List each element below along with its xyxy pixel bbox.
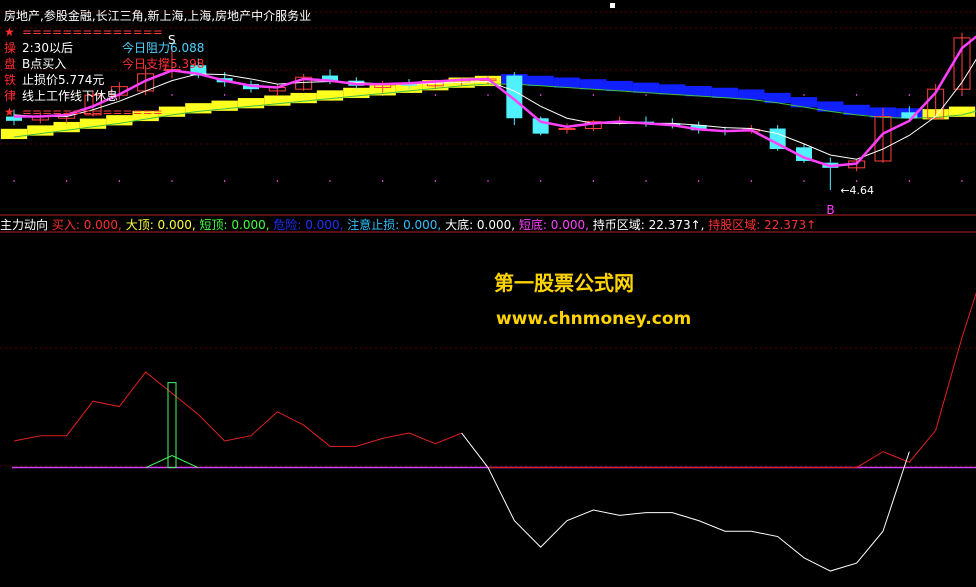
low-price-label: ←4.64	[840, 184, 874, 197]
sector-title: 房地产,参股金融,长江三角,新上海,上海,房地产中介服务业	[4, 9, 312, 23]
indicator-value: 注意止损: 0.000,	[343, 218, 442, 232]
signal-dot	[329, 180, 331, 182]
signal-dot	[750, 180, 752, 182]
legend-row: 操 2:30以后	[4, 41, 73, 55]
indicator-red-line	[856, 292, 976, 468]
legend-tag: 铁	[4, 73, 17, 87]
stock-chart-screen: S B ←4.64 房地产,参股金融,长江三角,新上海,上海,房地产中介服务业 ★ =…	[0, 0, 976, 587]
signal-dot	[276, 180, 278, 182]
signal-dot	[698, 180, 700, 182]
indicator-value: 持股区域: 22.373↑	[704, 218, 817, 232]
signal-dot	[856, 180, 858, 182]
legend-value: ==============	[22, 25, 163, 39]
signal-dot	[13, 180, 15, 182]
legend-row: 律线上工作线下休息	[4, 89, 118, 103]
indicator-value: 短顶: 0.000,	[195, 218, 270, 232]
signal-dot	[224, 180, 226, 182]
legend-row: 盘 B点买入	[4, 57, 66, 71]
indicator-white-line	[461, 432, 910, 572]
legend-tag: 律	[4, 89, 17, 103]
indicator-values: 买入: 0.000, 大顶: 0.000, 短顶: 0.000, 危险: 0.0…	[52, 218, 816, 232]
legend-row: ★ ==============	[4, 105, 163, 119]
watermark-url: www.chnmoney.com	[496, 309, 692, 329]
indicator-value-bar: 主力动向 买入: 0.000, 大顶: 0.000, 短顶: 0.000, 危险…	[0, 218, 816, 232]
signal-dot	[118, 180, 120, 182]
legend-value: B点买入	[22, 57, 67, 71]
signal-dot	[382, 180, 384, 182]
signal-dot	[908, 180, 910, 182]
indicator-name[interactable]: 主力动向	[0, 218, 48, 232]
legend-value: ==============	[22, 105, 163, 119]
indicator-value: 买入: 0.000,	[51, 218, 122, 232]
signal-dot	[645, 180, 647, 182]
indicator-value: 大顶: 0.000,	[121, 218, 196, 232]
trend-band	[553, 77, 581, 88]
legend-value: 线上工作线下休息	[22, 89, 119, 103]
signal-dot	[645, 94, 647, 96]
signal-dot	[803, 94, 805, 96]
watermark-title: 第一股票公式网	[494, 271, 634, 295]
trend-band	[711, 87, 739, 98]
trend-band	[580, 79, 607, 90]
legend-row: ★ ==============	[4, 25, 163, 39]
trend-band	[606, 80, 633, 92]
candlestick-chart[interactable]: SB←4.64	[0, 0, 976, 587]
signal-dot	[592, 180, 594, 182]
trend-band	[659, 84, 686, 95]
signal-dot	[66, 180, 68, 182]
legend-tag: 操	[4, 41, 17, 55]
signal-dot	[171, 180, 173, 182]
legend-tag: ★	[4, 105, 15, 119]
resistance-label: 今日阻力6.088	[122, 41, 205, 55]
indicator-red-line	[13, 371, 462, 447]
signal-dot	[540, 94, 542, 96]
signal-dot	[908, 94, 910, 96]
signal-dot	[803, 180, 805, 182]
signal-dot	[171, 94, 173, 96]
support-label: 今日支撑5.398	[122, 57, 205, 71]
signal-dot	[487, 94, 489, 96]
legend-row: 铁止损价5.774元	[4, 73, 104, 87]
candle-body	[506, 75, 523, 119]
indicator-value: 大底: 0.000,	[441, 218, 516, 232]
signal-dot	[487, 180, 489, 182]
signal-dot	[224, 94, 226, 96]
legend-value: 止损价5.774元	[22, 73, 105, 87]
signal-dot	[540, 180, 542, 182]
legend-value: 2:30以后	[22, 41, 73, 55]
candle-body	[558, 128, 576, 131]
signal-dot	[434, 180, 436, 182]
trend-band	[738, 89, 765, 100]
signal-dot	[856, 94, 858, 96]
trend-band	[632, 82, 660, 93]
trend-band	[685, 86, 712, 97]
signal-dot	[434, 94, 436, 96]
indicator-value: 危险: 0.000,	[269, 218, 344, 232]
buy-marker: B	[826, 203, 834, 217]
legend-tag: ★	[4, 25, 15, 39]
trend-band	[0, 128, 28, 140]
indicator-value: 短底: 0.000,	[515, 218, 589, 232]
indicator-value: 持币区域: 22.373↑,	[588, 218, 705, 232]
trend-band	[527, 75, 554, 87]
signal-dot	[592, 94, 594, 96]
legend-tag: 盘	[4, 57, 17, 71]
corner-marker-icon	[610, 3, 615, 8]
signal-dot	[961, 180, 963, 182]
